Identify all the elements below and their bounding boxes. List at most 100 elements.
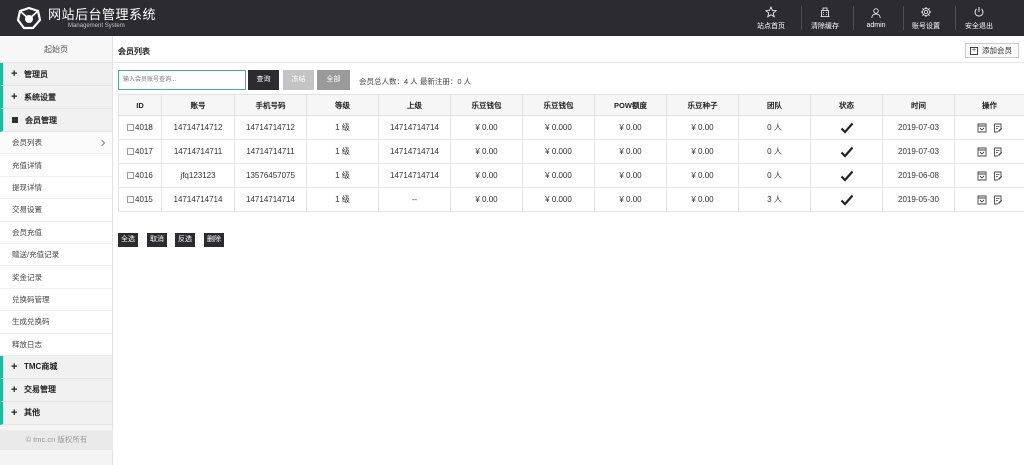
edit-icon[interactable] xyxy=(993,171,1003,181)
nav-site-home[interactable]: 站点首页 xyxy=(755,0,787,36)
col-header: POW额度 xyxy=(594,94,667,116)
invert-selection-button[interactable]: 反选 xyxy=(175,233,195,247)
nav-admin[interactable]: admin xyxy=(860,0,892,36)
nav-divider xyxy=(903,6,904,30)
main-content: 会员列表 + 添加会员 查询 冻结 全部 会员总人数：4 人 最新注册：0 人 … xyxy=(113,36,1024,465)
cell-actions xyxy=(954,187,1024,212)
cell-account: jfq123123 xyxy=(161,163,235,188)
sidebar-item-member-list[interactable]: 会员列表 xyxy=(0,132,112,155)
sidebar-item-gift-records[interactable]: 赠送/充值记录 xyxy=(0,243,112,267)
row-checkbox[interactable] xyxy=(127,196,134,203)
cell-status xyxy=(810,187,883,212)
cell-pow: ¥ 0.00 xyxy=(594,115,667,140)
cell-phone: 14714714714 xyxy=(234,187,307,212)
sidebar-item-member-recharge[interactable]: 会员充值 xyxy=(0,221,112,244)
sidebar-item-code-management[interactable]: 兑换码管理 xyxy=(0,288,112,312)
sidebar-home[interactable]: 起始页 xyxy=(0,36,112,63)
square-icon xyxy=(12,117,18,123)
cell-seed: ¥ 0.00 xyxy=(666,139,739,164)
col-header: 乐豆钱包 xyxy=(522,94,595,116)
nav-logout[interactable]: 安全退出 xyxy=(962,0,996,36)
edit-icon[interactable] xyxy=(993,123,1003,133)
nav-divider xyxy=(853,6,854,30)
cell-actions xyxy=(954,139,1024,164)
cell-id: 4015 xyxy=(118,187,162,212)
add-member-button[interactable]: + 添加会员 xyxy=(965,43,1019,58)
sidebar-section-system[interactable]: + 系统设置 xyxy=(0,86,112,109)
plus-icon: + xyxy=(11,406,18,419)
table-header-row: ID 账号 手机号码 等级 上级 乐豆钱包 乐豆钱包 POW额度 乐豆种子 团队… xyxy=(118,94,1024,116)
plus-box-icon: + xyxy=(970,46,978,55)
checkmark-icon[interactable] xyxy=(840,194,854,206)
freeze-button[interactable]: 冻结 xyxy=(283,70,314,90)
plus-icon: + xyxy=(11,68,18,80)
view-icon[interactable] xyxy=(977,147,987,157)
cell-pow: ¥ 0.00 xyxy=(594,187,667,212)
member-stats: 会员总人数：4 人 最新注册：0 人 xyxy=(359,77,472,86)
sidebar-item-withdraw-details[interactable]: 提现详情 xyxy=(0,176,112,200)
checkmark-icon[interactable] xyxy=(840,170,854,182)
cell-date: 2019-06-08 xyxy=(882,163,955,188)
page-title: 会员列表 xyxy=(118,47,150,56)
sidebar-section-trade[interactable]: + 交易管理 xyxy=(0,378,112,402)
row-checkbox[interactable] xyxy=(127,124,134,131)
cell-seed: ¥ 0.00 xyxy=(666,115,739,140)
search-input[interactable] xyxy=(118,70,246,90)
cell-pow: ¥ 0.00 xyxy=(594,163,667,188)
nav-divider xyxy=(801,6,802,30)
cell-wallet2: ¥ 0.000 xyxy=(522,115,595,140)
sidebar-item-recharge-details[interactable]: 充值详情 xyxy=(0,154,112,177)
logo-icon xyxy=(16,6,42,30)
sidebar-section-admin[interactable]: + 管理员 xyxy=(0,63,112,86)
all-button[interactable]: 全部 xyxy=(317,70,350,90)
col-header: 团队 xyxy=(738,94,811,116)
cell-id: 4017 xyxy=(118,139,162,164)
building-icon xyxy=(820,7,830,17)
cell-status xyxy=(810,115,883,140)
cell-team: 0 人 xyxy=(738,115,811,140)
cell-pow: ¥ 0.00 xyxy=(594,139,667,164)
cell-phone: 14714714712 xyxy=(234,115,307,140)
table-row: 4016 jfq123123 13576457075 1 级 14714714714 ¥ … xyxy=(118,163,1024,188)
col-header: 操作 xyxy=(954,94,1024,116)
cell-parent: 14714714714 xyxy=(378,139,451,164)
select-all-button[interactable]: 全选 xyxy=(118,233,138,247)
chevron-right-icon xyxy=(101,139,106,147)
sidebar-item-trade-settings[interactable]: 交易设置 xyxy=(0,199,112,222)
query-button[interactable]: 查询 xyxy=(248,70,279,90)
nav-clear-cache[interactable]: 清除缓存 xyxy=(809,0,841,36)
cell-level: 1 级 xyxy=(306,139,379,164)
cell-team: 3 人 xyxy=(738,187,811,212)
sidebar-section-member[interactable]: 会员管理 xyxy=(0,109,112,132)
sidebar-item-bonus-records[interactable]: 奖金记录 xyxy=(0,266,112,289)
checkmark-icon[interactable] xyxy=(840,146,854,158)
col-header: 等级 xyxy=(306,94,379,116)
row-checkbox[interactable] xyxy=(127,172,134,179)
nav-divider xyxy=(955,6,956,30)
nav-account-settings[interactable]: 账号设置 xyxy=(910,0,942,36)
view-icon[interactable] xyxy=(977,123,987,133)
row-checkbox[interactable] xyxy=(127,148,134,155)
cell-wallet1: ¥ 0.00 xyxy=(450,115,523,140)
cell-account: 14714714711 xyxy=(161,139,235,164)
sidebar-item-release-log[interactable]: 释放日志 xyxy=(0,333,112,356)
cell-team: 0 人 xyxy=(738,163,811,188)
gear-icon xyxy=(921,6,931,17)
edit-icon[interactable] xyxy=(993,147,1003,157)
cell-team: 0 人 xyxy=(738,139,811,164)
sidebar-section-other[interactable]: + 其他 xyxy=(0,401,112,425)
col-header: 状态 xyxy=(810,94,883,116)
power-icon xyxy=(974,6,984,17)
view-icon[interactable] xyxy=(977,171,987,181)
cell-seed: ¥ 0.00 xyxy=(666,163,739,188)
delete-button[interactable]: 删除 xyxy=(204,233,224,247)
checkmark-icon[interactable] xyxy=(840,122,854,134)
cell-parent: -- xyxy=(378,187,451,212)
plus-icon: + xyxy=(11,360,18,373)
sidebar-item-generate-code[interactable]: 生成兑换码 xyxy=(0,311,112,334)
sidebar-section-tmc[interactable]: + TMC商城 xyxy=(0,355,112,379)
edit-icon[interactable] xyxy=(993,195,1003,205)
cancel-selection-button[interactable]: 取消 xyxy=(147,233,167,247)
table-row: 4017 14714714711 14714714711 1 级 14714714714… xyxy=(118,139,1024,164)
view-icon[interactable] xyxy=(977,195,987,205)
